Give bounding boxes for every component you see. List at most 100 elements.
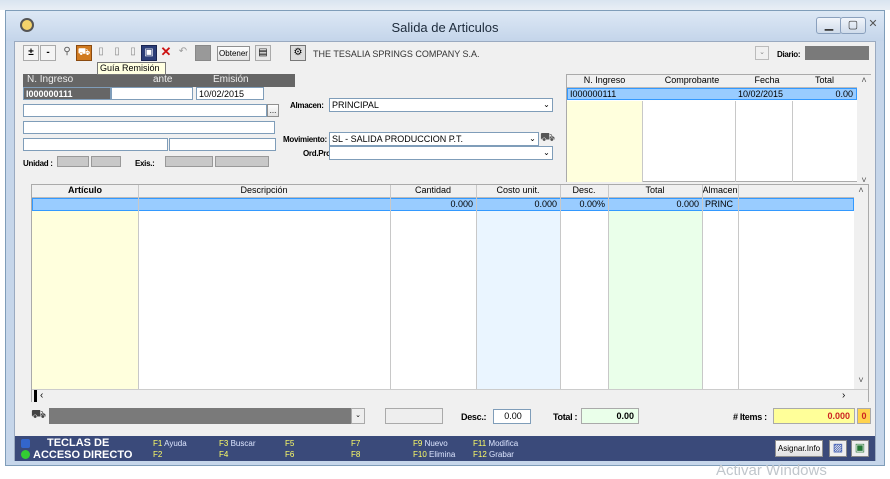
company-name: THE TESALIA SPRINGS COMPANY S.A.: [313, 49, 480, 59]
truck-icon[interactable]: ⛟: [31, 407, 49, 425]
chart-icon[interactable]: ▨: [829, 440, 847, 457]
new-document-icon[interactable]: ▯: [93, 45, 109, 61]
shortcut-title-1: TECLAS DE: [47, 437, 110, 449]
items-grid-header: Artículo Descripción Cantidad Costo unit…: [32, 185, 854, 198]
shortcut-f5: F5: [285, 439, 295, 448]
col-header: Cantidad: [414, 185, 452, 195]
total-column-bg: [608, 211, 702, 389]
unidad-field: [57, 156, 89, 167]
diario-dropdown-icon[interactable]: ⌄: [755, 46, 769, 60]
scroll-down-icon[interactable]: ˅: [854, 375, 868, 385]
col-header: Costo unit.: [496, 185, 540, 195]
articulo-column-bg: [32, 211, 138, 389]
grid-line: [560, 185, 561, 389]
emision-field[interactable]: 10/02/2015: [196, 87, 264, 100]
shortcut-f11: F11 Modifica: [473, 439, 519, 448]
items-grid: Artículo Descripción Cantidad Costo unit…: [31, 184, 869, 402]
desktop-strip: [0, 0, 890, 10]
grid-line: [792, 101, 793, 182]
main-window: Salida de Articulos ▁ ▢ ✕ ± - ⚲ ⛟ ▯ ▯ ▯ …: [5, 10, 885, 466]
grid-line: [702, 185, 703, 389]
plus-button[interactable]: ±: [23, 45, 39, 61]
proveedor-field[interactable]: [23, 104, 267, 117]
close-button[interactable]: ✕: [864, 17, 882, 34]
col-ingreso-label: N. Ingreso: [27, 74, 74, 85]
col-header: Desc.: [572, 185, 596, 195]
ingreso-field: I000000111: [23, 87, 111, 100]
col-header: Descripción: [240, 185, 288, 195]
unidad2-field: [91, 156, 121, 167]
save-icon[interactable]: ▣: [141, 45, 157, 61]
movimiento-label: Movimiento:: [283, 135, 327, 144]
minus-button[interactable]: -: [40, 45, 56, 61]
binoculars-icon[interactable]: ⚲: [59, 45, 75, 61]
table-row[interactable]: I000000111 10/02/2015 0.00: [567, 88, 857, 100]
row-ingreso: I000000111: [570, 89, 617, 99]
exis-label: Exis.:: [135, 159, 155, 168]
row-desc: 0.00%: [579, 199, 605, 209]
scrollbar-vertical[interactable]: ˄ ˅: [857, 75, 871, 185]
green-indicator-icon: [21, 450, 30, 459]
desc-label: Desc.:: [461, 412, 487, 422]
table-row[interactable]: 0.000 0.000 0.00% 0.000 PRINC: [32, 198, 854, 211]
chevron-down-icon[interactable]: ⌄: [527, 133, 538, 145]
total-field: 0.00: [581, 408, 639, 424]
col-emision-label: Emisión: [213, 74, 249, 85]
col-header: Artículo: [67, 185, 102, 195]
shortcut-f3: F3 Buscar: [219, 439, 256, 448]
almacen-select[interactable]: PRINCIPAL: [329, 98, 553, 112]
observacion-field[interactable]: [49, 408, 362, 424]
maximize-button[interactable]: ▢: [840, 17, 866, 34]
truck-icon[interactable]: ⛟: [76, 45, 92, 61]
diario-field[interactable]: [805, 46, 869, 60]
shortcut-f8: F8: [351, 450, 361, 459]
col-header: N. Ingreso: [583, 75, 626, 85]
ordprod-select[interactable]: [329, 146, 553, 160]
grid-line: [476, 185, 477, 389]
shortcut-f9: F9 Nuevo: [413, 439, 448, 448]
row-fecha: 10/02/2015: [738, 89, 784, 99]
copy-document-icon[interactable]: ▯: [125, 45, 141, 61]
undo-icon[interactable]: ↶: [175, 45, 191, 61]
exis2-field: [215, 156, 269, 167]
items-count: 0: [857, 408, 871, 424]
shortcut-f10: F10 Elimina: [413, 450, 456, 459]
row-total: 0.000: [676, 199, 699, 209]
delete-icon[interactable]: ✕: [158, 45, 174, 61]
truck-icon[interactable]: ⛟: [540, 130, 558, 146]
minimize-button[interactable]: ▁: [816, 17, 842, 34]
extra-field: [385, 408, 443, 424]
scrollbar-horizontal[interactable]: ‹ ›: [32, 389, 868, 402]
movimiento-value: SL - SALIDA PRODUCCION P.T.: [332, 134, 464, 144]
diario-label: Diario:: [777, 50, 801, 59]
scroll-left-icon[interactable]: ‹: [40, 390, 43, 401]
referencia2-field[interactable]: [169, 138, 276, 151]
scroll-right-icon[interactable]: ›: [842, 390, 845, 401]
ingresos-grid: N. Ingreso Comprobante Fecha Total I0000…: [566, 74, 871, 185]
chevron-down-icon[interactable]: ⌄: [541, 147, 552, 159]
direccion-field[interactable]: [23, 121, 275, 134]
col-header: Comprobante: [664, 75, 720, 85]
header-strip: N. Ingreso ante Emisión: [23, 74, 295, 87]
comprobante-field[interactable]: [111, 87, 193, 100]
edit-document-icon[interactable]: ▯: [109, 45, 125, 61]
print-icon[interactable]: ▤: [255, 45, 271, 61]
exit-icon[interactable]: ▣: [851, 440, 869, 457]
chevron-down-icon[interactable]: ⌄: [351, 408, 365, 424]
lookup-button[interactable]: ...: [267, 104, 279, 117]
row-marker: [34, 390, 37, 402]
scrollbar-vertical[interactable]: ˄: [854, 185, 868, 389]
company-icon[interactable]: ⚙: [290, 45, 306, 61]
desc-field[interactable]: 0.00: [493, 409, 531, 424]
almacen-value: PRINCIPAL: [332, 100, 379, 110]
movimiento-select[interactable]: SL - SALIDA PRODUCCION P.T.: [329, 132, 539, 146]
grid-line: [608, 185, 609, 389]
window-title: Salida de Articulos: [391, 20, 499, 35]
obtener-button[interactable]: Obtener: [217, 46, 250, 61]
shortcut-title-2: ACCESO DIRECTO: [33, 449, 133, 461]
row-costo: 0.000: [534, 199, 557, 209]
asignar-info-button[interactable]: Asignar.Info: [775, 440, 823, 457]
chevron-down-icon[interactable]: ⌄: [541, 99, 552, 111]
ingresos-grid-header: N. Ingreso Comprobante Fecha Total: [567, 75, 857, 88]
referencia-field[interactable]: [23, 138, 168, 151]
